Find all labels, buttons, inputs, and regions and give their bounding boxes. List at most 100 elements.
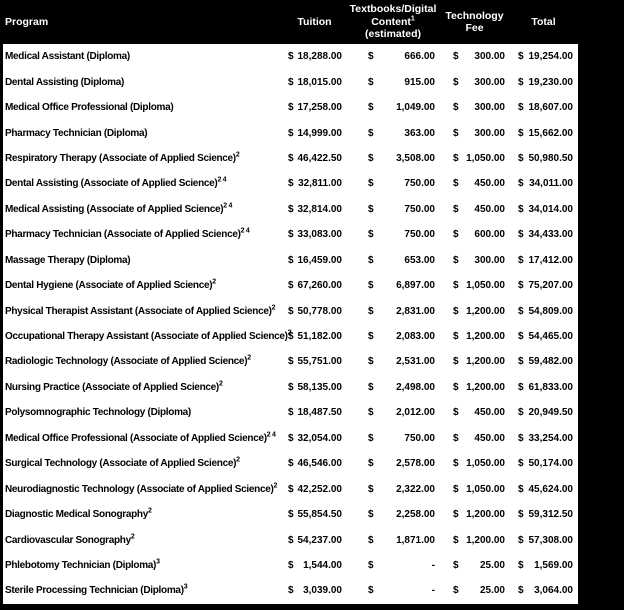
technology-fee-cell: $1,050.00 [440,458,509,469]
technology-fee-amount: 450.00 [474,204,505,215]
technology-fee-cell: $1,200.00 [440,535,509,546]
textbooks-cell: $2,258.00 [346,509,440,520]
textbooks-cell: $2,831.00 [346,306,440,317]
textbooks-amount: - [432,585,435,596]
program-cell: Dental Assisting (Associate of Applied S… [3,178,283,189]
program-name: Neurodiagnostic Technology (Associate of… [5,484,274,495]
dollar-sign: $ [518,458,524,469]
table-row: Medical Office Professional (Diploma) $1… [3,95,578,120]
tuition-amount: 32,814.00 [298,204,343,215]
table-row: Medical Office Professional (Associate o… [3,426,578,451]
dollar-sign: $ [288,102,294,113]
technology-fee-amount: 300.00 [474,128,505,139]
total-amount: 34,011.00 [529,178,573,189]
total-amount: 1,569.00 [534,560,573,571]
total-cell: $19,230.00 [509,77,578,88]
total-amount: 54,465.00 [529,331,574,342]
dollar-sign: $ [368,331,374,342]
technology-fee-cell: $300.00 [440,51,509,62]
technology-fee-amount: 300.00 [474,77,505,88]
textbooks-amount: 6,897.00 [396,280,435,291]
table-row: Pharmacy Technician (Associate of Applie… [3,222,578,247]
tuition-cell: $50,778.00 [283,306,346,317]
dollar-sign: $ [368,433,374,444]
program-name: Pharmacy Technician (Diploma) [5,128,147,139]
tuition-cell: $33,083.00 [283,229,346,240]
tuition-cell: $58,135.00 [283,382,346,393]
column-header-textbooks-line1: Textbooks/Digital [346,3,440,16]
dollar-sign: $ [288,77,294,88]
technology-fee-amount: 1,200.00 [466,306,505,317]
program-cell: Occupational Therapy Assistant (Associat… [3,331,283,342]
technology-fee-amount: 1,050.00 [466,484,505,495]
total-amount: 61,833.00 [529,382,574,393]
column-header-tuition-label: Tuition [297,16,331,28]
dollar-sign: $ [288,128,294,139]
total-amount: 50,980.50 [529,153,574,164]
textbooks-amount: 750.00 [404,178,435,189]
total-cell: $54,465.00 [509,331,578,342]
tuition-amount: 18,015.00 [298,77,343,88]
textbooks-cell: $750.00 [346,229,440,240]
dollar-sign: $ [518,280,524,291]
total-amount: 18,607.00 [529,102,574,113]
tuition-cell: $55,854.50 [283,509,346,520]
dollar-sign: $ [518,153,524,164]
table-row: Occupational Therapy Assistant (Associat… [3,324,578,349]
dollar-sign: $ [518,306,524,317]
dollar-sign: $ [453,535,459,546]
tuition-cell: $42,252.00 [283,484,346,495]
textbooks-amount: 1,049.00 [396,102,435,113]
footnote-marker: 1 [411,15,415,22]
tuition-cell: $18,288.00 [283,51,346,62]
total-cell: $34,014.00 [509,204,578,215]
dollar-sign: $ [368,484,374,495]
dollar-sign: $ [288,585,294,596]
tuition-cell: $14,999.00 [283,128,346,139]
tuition-cell: $17,258.00 [283,102,346,113]
dollar-sign: $ [453,585,459,596]
textbooks-amount: 666.00 [404,51,435,62]
dollar-sign: $ [518,178,524,189]
dollar-sign: $ [368,255,374,266]
dollar-sign: $ [368,229,374,240]
program-name: Medical Assisting (Associate of Applied … [5,204,223,215]
dollar-sign: $ [368,509,374,520]
program-footnote-marker: 3 [156,559,160,566]
program-name: Sterile Processing Technician (Diploma) [5,585,184,596]
table-row: Neurodiagnostic Technology (Associate of… [3,476,578,501]
textbooks-cell: $750.00 [346,178,440,189]
total-amount: 57,308.00 [529,535,574,546]
total-cell: $45,624.00 [509,484,578,495]
dollar-sign: $ [288,229,294,240]
textbooks-cell: $3,508.00 [346,153,440,164]
dollar-sign: $ [453,331,459,342]
column-header-textbooks: Textbooks/Digital Content1 (estimated) [346,3,440,41]
total-cell: $59,482.00 [509,356,578,367]
dollar-sign: $ [453,306,459,317]
program-cell: Respiratory Therapy (Associate of Applie… [3,153,283,164]
textbooks-amount: 3,508.00 [396,153,435,164]
tuition-amount: 17,258.00 [298,102,343,113]
technology-fee-amount: 25.00 [480,560,505,571]
textbooks-amount: - [432,560,435,571]
program-footnote-marker: 2 [236,457,240,464]
technology-fee-cell: $300.00 [440,102,509,113]
dollar-sign: $ [518,229,524,240]
tuition-amount: 1,544.00 [303,560,342,571]
table-row: Dental Assisting (Associate of Applied S… [3,171,578,196]
technology-fee-amount: 450.00 [474,433,505,444]
technology-fee-cell: $300.00 [440,77,509,88]
dollar-sign: $ [288,255,294,266]
program-name: Medical Office Professional (Diploma) [5,102,173,113]
textbooks-cell: $- [346,560,440,571]
tuition-amount: 55,751.00 [298,356,343,367]
total-cell: $1,569.00 [509,560,578,571]
program-cell: Sterile Processing Technician (Diploma)3 [3,585,283,596]
total-cell: $33,254.00 [509,433,578,444]
program-cell: Phlebotomy Technician (Diploma)3 [3,560,283,571]
total-amount: 33,254.00 [529,433,574,444]
program-footnote-marker: 3 [184,584,188,591]
dollar-sign: $ [368,585,374,596]
total-cell: $34,433.00 [509,229,578,240]
